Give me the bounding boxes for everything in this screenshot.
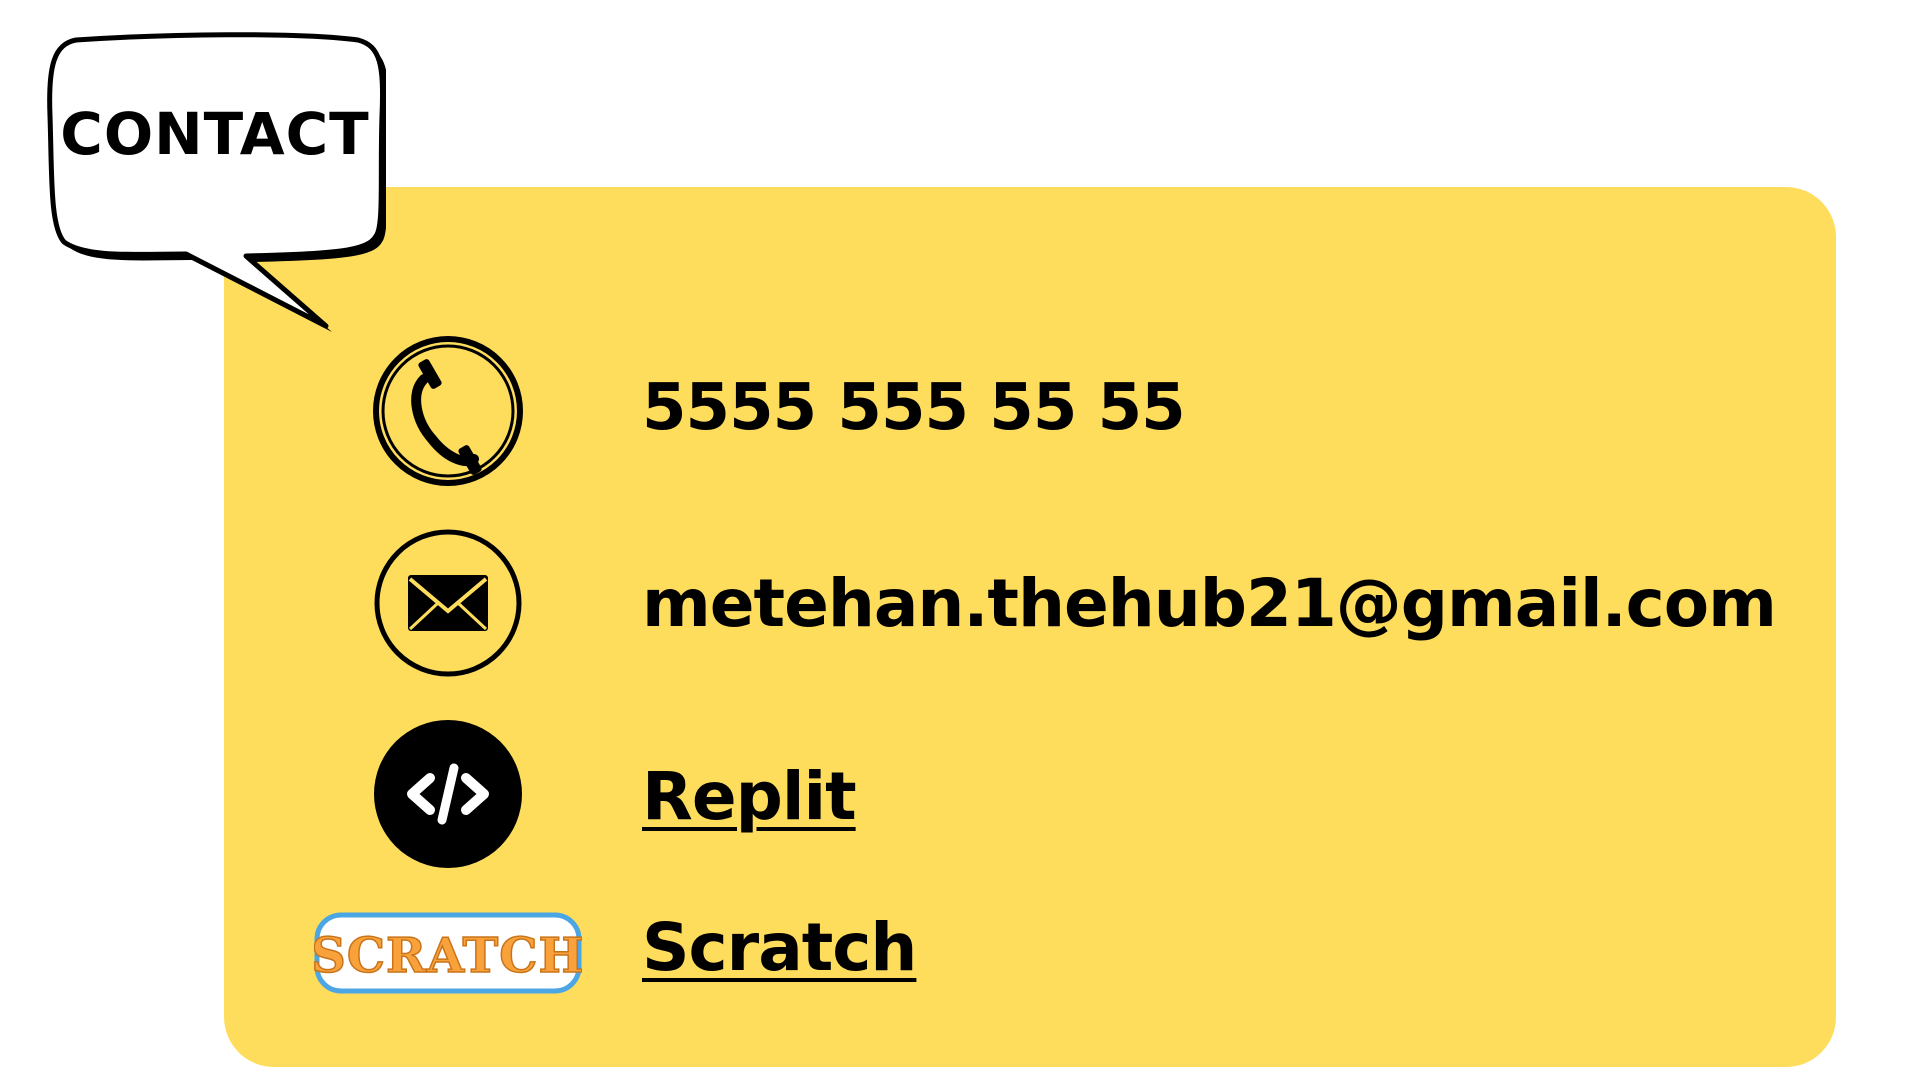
phone-number: 5555 555 55 55 xyxy=(642,371,1186,445)
scratch-logo: SCRATCH xyxy=(314,912,582,994)
scratch-link[interactable]: Scratch xyxy=(642,908,917,988)
speech-bubble xyxy=(47,32,386,332)
code-icon xyxy=(374,720,522,868)
email-address: metehan.thehub21@gmail.com xyxy=(642,565,1777,642)
mail-icon xyxy=(374,529,522,677)
scratch-logo-wordmark: SCRATCH xyxy=(314,928,582,984)
page-title: CONTACT xyxy=(60,100,370,168)
replit-link[interactable]: Replit xyxy=(642,757,857,837)
phone-icon xyxy=(373,336,523,486)
